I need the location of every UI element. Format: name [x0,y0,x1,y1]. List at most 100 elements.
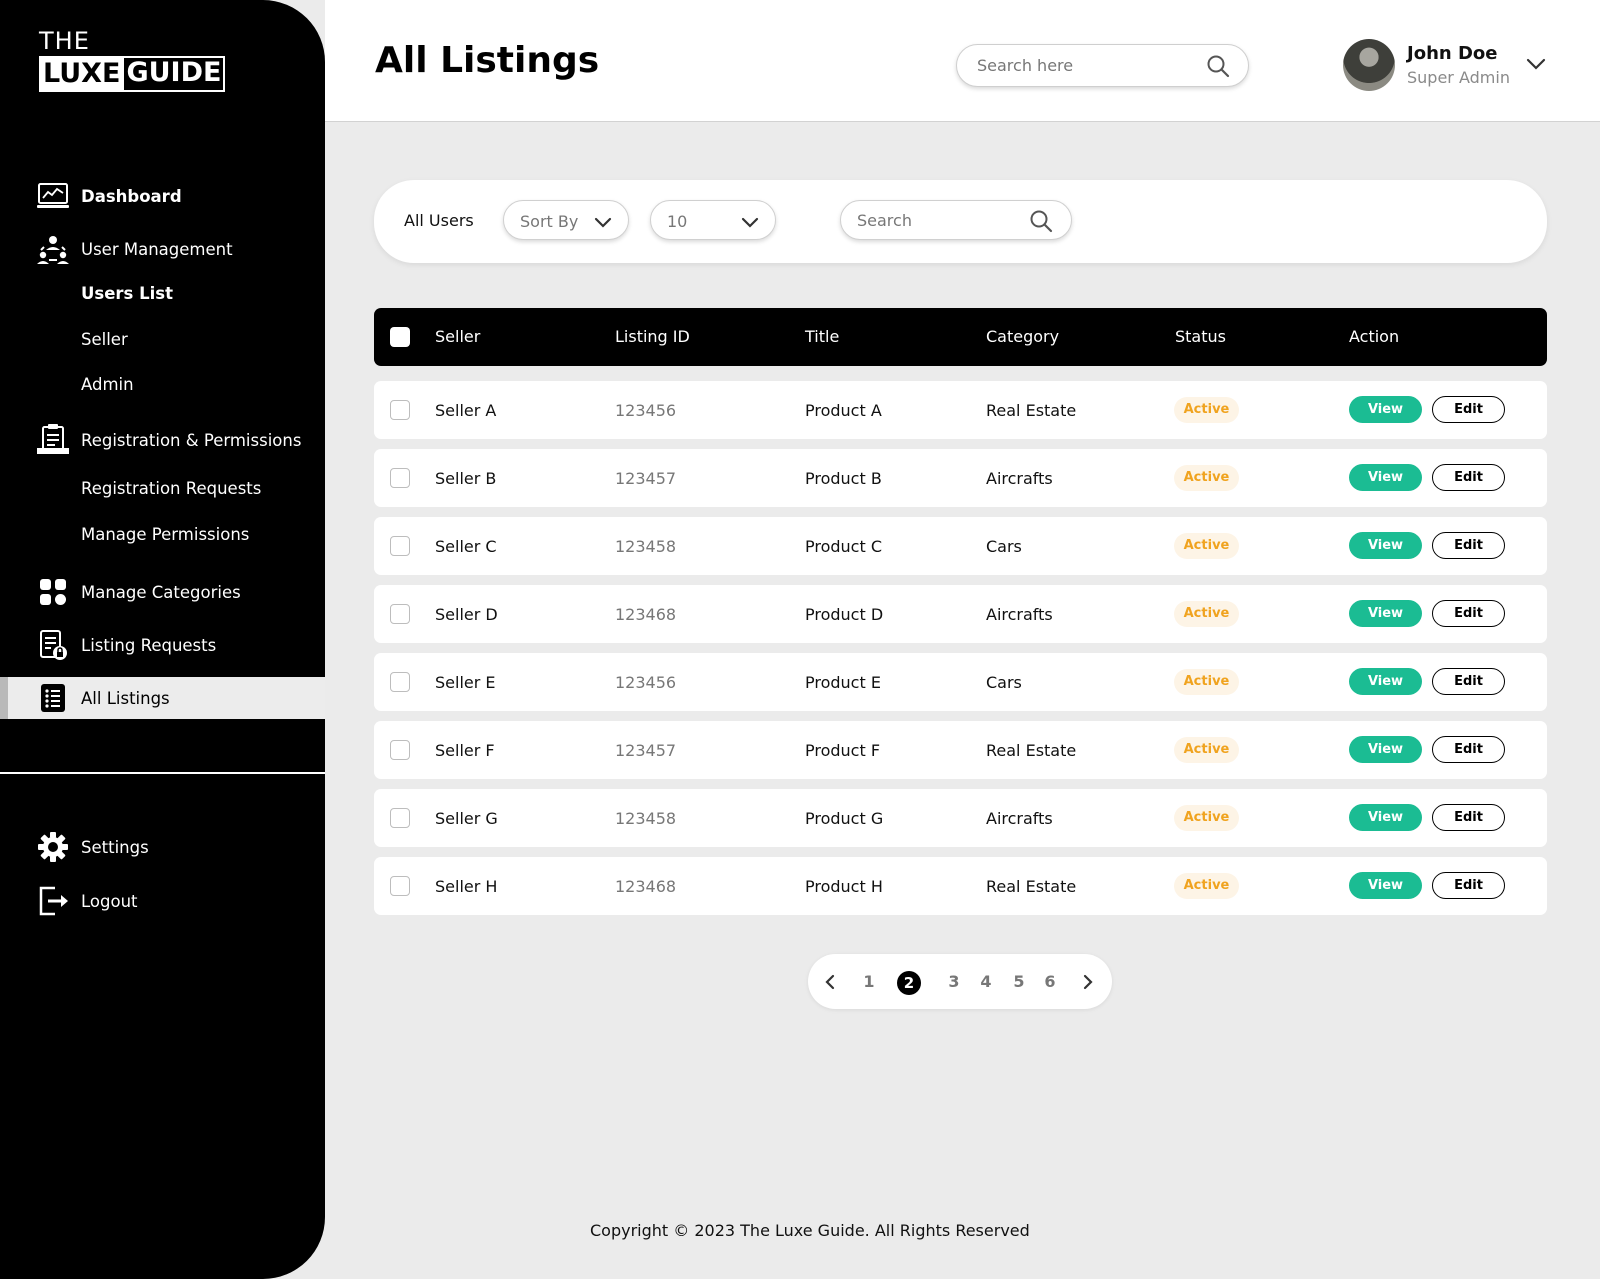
sort-by-dropdown[interactable]: Sort By [503,200,629,240]
cell-listing-id: 123468 [615,605,677,624]
edit-button[interactable]: Edit [1432,532,1505,559]
status-badge: Active [1174,397,1239,423]
sidebar-item-label: Logout [81,891,138,911]
edit-button[interactable]: Edit [1432,736,1505,763]
search-icon[interactable] [1206,54,1230,82]
user-role: Super Admin [1407,68,1510,87]
edit-button[interactable]: Edit [1432,668,1505,695]
view-button[interactable]: View [1349,872,1422,899]
chevron-right-icon[interactable] [1082,974,1094,994]
table-search-input[interactable] [857,211,1017,230]
sidebar-subitem-users-list[interactable]: Users List [81,284,173,303]
logo-guide-text: GUIDE [124,56,226,92]
categories-grid-icon [37,576,69,608]
dashboard-monitor-icon [37,180,69,212]
row-checkbox[interactable] [390,604,410,624]
brand-logo[interactable]: THE LUXE GUIDE [39,28,226,92]
view-button[interactable]: View [1349,396,1422,423]
registration-document-icon [37,424,69,456]
page-number[interactable]: 1 [859,972,879,991]
chevron-left-icon[interactable] [824,974,836,994]
chevron-down-icon [741,214,759,233]
table-row: Seller G 123458 Product G Aircrafts Acti… [374,789,1547,847]
page-number[interactable]: 6 [1040,972,1060,991]
table-row: Seller C 123458 Product C Cars Active Vi… [374,517,1547,575]
page-number[interactable]: 4 [976,972,996,991]
view-button[interactable]: View [1349,532,1422,559]
cell-seller: Seller D [435,605,498,624]
search-icon[interactable] [1029,209,1053,237]
column-header-status[interactable]: Status [1175,327,1226,346]
filter-all-users-label[interactable]: All Users [404,211,474,230]
cell-category: Aircrafts [986,809,1053,828]
view-button[interactable]: View [1349,736,1422,763]
row-checkbox[interactable] [390,400,410,420]
row-checkbox[interactable] [390,672,410,692]
header-search-input[interactable] [977,56,1197,75]
table-search[interactable] [840,200,1072,240]
page-number[interactable]: 3 [944,972,964,991]
sidebar-item-label: Settings [81,837,149,857]
sidebar-subitem-registration-requests[interactable]: Registration Requests [81,479,261,498]
page-size-value: 10 [667,212,688,231]
sidebar-item-label: Manage Categories [81,582,241,602]
sidebar-item-manage-categories[interactable]: Manage Categories [0,571,325,613]
header-search[interactable] [956,44,1249,87]
sidebar-item-label: Registration & Permissions [81,430,302,450]
logo-luxe-text: LUXE [39,56,125,92]
sidebar-subitem-manage-permissions[interactable]: Manage Permissions [81,525,249,544]
row-checkbox[interactable] [390,808,410,828]
sidebar-item-settings[interactable]: Settings [0,826,325,868]
column-header-title[interactable]: Title [805,327,839,346]
column-header-listing-id[interactable]: Listing ID [615,327,690,346]
view-button[interactable]: View [1349,600,1422,627]
pagination: 1 2 3 4 5 6 [808,954,1112,1009]
chevron-down-icon[interactable] [1526,55,1546,74]
sidebar-item-registration-permissions[interactable]: Registration & Permissions [0,419,325,461]
cell-listing-id: 123458 [615,537,677,556]
sidebar-item-listing-requests[interactable]: Listing Requests [0,624,325,666]
cell-listing-id: 123458 [615,809,677,828]
status-badge: Active [1174,533,1239,559]
avatar[interactable] [1343,39,1395,91]
edit-button[interactable]: Edit [1432,464,1505,491]
chevron-down-icon [594,214,612,233]
cell-title: Product D [805,605,884,624]
row-checkbox[interactable] [390,468,410,488]
cell-category: Real Estate [986,741,1077,760]
sidebar-item-dashboard[interactable]: Dashboard [0,175,325,217]
table-row: Seller E 123456 Product E Cars Active Vi… [374,653,1547,711]
user-name[interactable]: John Doe [1407,43,1497,64]
table-header: Seller Listing ID Title Category Status … [374,308,1547,366]
user-management-icon [37,233,69,265]
sidebar-subitem-seller[interactable]: Seller [81,330,128,349]
row-checkbox[interactable] [390,876,410,896]
column-header-category[interactable]: Category [986,327,1059,346]
sidebar-item-user-management[interactable]: User Management [0,228,325,270]
view-button[interactable]: View [1349,804,1422,831]
table-row: Seller F 123457 Product F Real Estate Ac… [374,721,1547,779]
row-checkbox[interactable] [390,536,410,556]
edit-button[interactable]: Edit [1432,600,1505,627]
page-title: All Listings [375,40,600,81]
select-all-checkbox[interactable] [390,327,410,347]
edit-button[interactable]: Edit [1432,804,1505,831]
edit-button[interactable]: Edit [1432,396,1505,423]
page-size-dropdown[interactable]: 10 [650,200,776,240]
page-number[interactable]: 5 [1009,972,1029,991]
sidebar-subitem-admin[interactable]: Admin [81,375,134,394]
page-number-current[interactable]: 2 [897,971,921,995]
sidebar-item-all-listings[interactable]: All Listings [0,677,325,719]
sort-by-label: Sort By [520,212,579,231]
cell-seller: Seller B [435,469,497,488]
cell-listing-id: 123456 [615,401,677,420]
edit-button[interactable]: Edit [1432,872,1505,899]
status-badge: Active [1174,805,1239,831]
view-button[interactable]: View [1349,464,1422,491]
view-button[interactable]: View [1349,668,1422,695]
row-checkbox[interactable] [390,740,410,760]
cell-category: Cars [986,537,1022,556]
column-header-seller[interactable]: Seller [435,327,480,346]
sidebar-item-logout[interactable]: Logout [0,880,325,922]
sidebar-item-label: All Listings [81,688,170,708]
